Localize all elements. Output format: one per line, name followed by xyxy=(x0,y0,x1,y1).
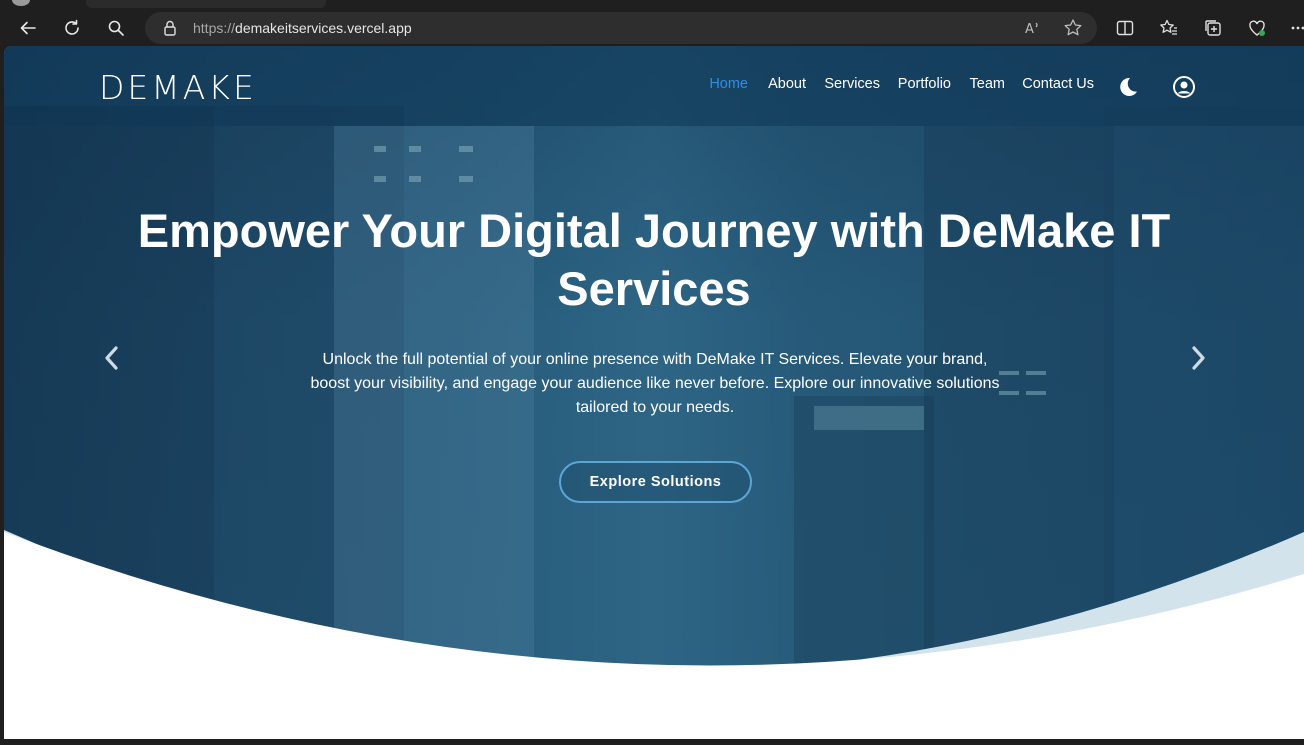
read-aloud-icon[interactable]: A xyxy=(1023,18,1043,38)
window xyxy=(374,146,386,152)
split-screen-icon[interactable] xyxy=(1115,18,1135,38)
address-bar[interactable]: https://demakeitservices.vercel.app A xyxy=(145,12,1097,44)
tab-favicon xyxy=(12,0,30,6)
page-viewport: DEMAKE Home About Services Portfolio Tea… xyxy=(4,46,1304,739)
refresh-icon[interactable] xyxy=(58,14,86,42)
more-icon[interactable] xyxy=(1290,18,1304,38)
favorites-icon[interactable] xyxy=(1159,18,1179,38)
window xyxy=(459,146,473,152)
window-bottom-edge xyxy=(0,739,1304,745)
url-text[interactable]: https://demakeitservices.vercel.app xyxy=(193,20,412,36)
window xyxy=(459,176,473,182)
window xyxy=(409,146,421,152)
nav-contact[interactable]: Contact Us xyxy=(1022,76,1094,92)
window xyxy=(1026,371,1046,375)
tab-strip xyxy=(0,0,1304,8)
window xyxy=(1026,391,1046,395)
svg-text:A: A xyxy=(1025,22,1034,37)
browser-essentials-icon[interactable] xyxy=(1247,18,1267,38)
dark-mode-icon[interactable] xyxy=(1115,75,1139,99)
hero-subtitle: Unlock the full potential of your online… xyxy=(310,351,1000,416)
hero-title: Empower Your Digital Journey with DeMake… xyxy=(137,204,1171,315)
carousel-prev-icon[interactable] xyxy=(100,344,124,372)
window xyxy=(374,176,386,182)
browser-toolbar: https://demakeitservices.vercel.app A xyxy=(0,8,1304,48)
site-logo[interactable]: DEMAKE xyxy=(99,68,257,107)
favorite-star-icon[interactable] xyxy=(1063,18,1083,38)
nav-portfolio[interactable]: Portfolio xyxy=(898,76,951,92)
search-icon[interactable] xyxy=(102,14,130,42)
nav-team[interactable]: Team xyxy=(970,76,1005,92)
hero-wave xyxy=(4,530,1304,739)
user-account-icon[interactable] xyxy=(1172,75,1196,99)
nav-home[interactable]: Home xyxy=(709,76,748,92)
back-icon[interactable] xyxy=(14,14,42,42)
carousel-next-icon[interactable] xyxy=(1186,344,1210,372)
explore-solutions-button[interactable]: Explore Solutions xyxy=(559,461,752,503)
active-tab[interactable] xyxy=(86,0,326,8)
nav-about[interactable]: About xyxy=(768,76,806,92)
nav-services[interactable]: Services xyxy=(824,76,880,92)
hero-section: DEMAKE Home About Services Portfolio Tea… xyxy=(4,46,1304,739)
lock-icon[interactable] xyxy=(161,19,179,37)
site-navbar: DEMAKE Home About Services Portfolio Tea… xyxy=(4,46,1304,126)
window xyxy=(409,176,421,182)
collections-icon[interactable] xyxy=(1203,18,1223,38)
